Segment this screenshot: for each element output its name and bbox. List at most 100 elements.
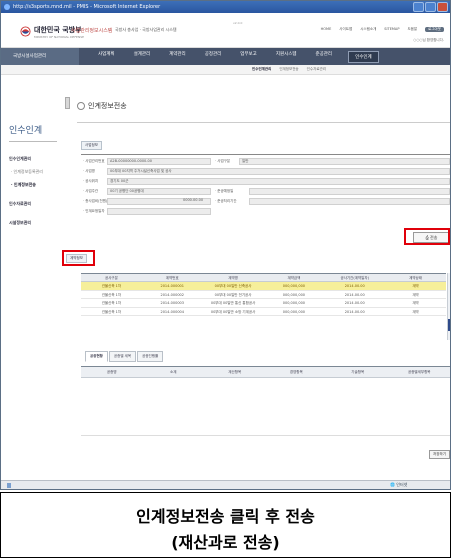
column-header[interactable]: 공사구분	[81, 274, 142, 281]
welcome-message: ○○○님 환영합니다.	[413, 38, 444, 42]
util-link[interactable]: 사이트맵	[339, 27, 352, 32]
nav-item[interactable]: 설계관리	[134, 51, 151, 63]
nav-item[interactable]: 공정관리	[205, 51, 222, 63]
field-label: · 총사업비(천원)	[83, 199, 108, 203]
util-link[interactable]: 시스템소개	[360, 27, 376, 32]
column-header[interactable]: 공종명	[81, 367, 143, 377]
table-cell: 2014.00.00	[344, 284, 365, 288]
caption-line1: 인계정보전송 클릭 후 전송	[136, 507, 315, 526]
detail-grid-header: 공종명 소계 계산항목 경영항목 기술항목 공종별세부항목	[81, 366, 450, 378]
field-label: · 사업명	[83, 169, 95, 173]
column-header[interactable]: 계산항목	[204, 367, 266, 377]
minimize-icon[interactable]	[413, 2, 424, 12]
logo-subtitle: MINISTRY OF NATIONAL DEFENSE	[34, 35, 84, 39]
column-header[interactable]: 공종별세부항목	[389, 367, 451, 377]
system-description: 국방사 총사업 · 국방사업관리 시스템	[115, 27, 177, 32]
nav-brand[interactable]: 국방시설사업관리	[1, 48, 79, 65]
tab-item[interactable]: 공종현황	[85, 351, 108, 362]
caption-box: 인계정보전송 클릭 후 전송 (재산과로 전송)	[0, 492, 451, 558]
nav-item[interactable]: 업무보고	[240, 51, 257, 63]
subnav-item[interactable]: 인계정보전송	[279, 67, 298, 72]
column-header[interactable]: 소계	[143, 367, 205, 377]
column-header[interactable]: 계약번호	[142, 274, 203, 281]
field-label: · 사업구분	[215, 159, 231, 163]
left-menu-group[interactable]: 인수자료관리	[9, 201, 43, 207]
field-label: · 사업관리번호	[83, 159, 105, 163]
status-bar: 🌐 인터넷	[1, 480, 450, 489]
project-name-field[interactable]: 00부대 00지역 주거시설신축사업 및 공사	[107, 168, 450, 175]
completion-date-field[interactable]	[249, 188, 450, 195]
left-menu-group[interactable]: 시설정보관리	[9, 220, 43, 226]
subnav-item[interactable]: 인수인계관리	[252, 67, 271, 72]
organizer-field[interactable]: 00기 공병단 00공병대	[107, 188, 211, 195]
nav-item[interactable]: 사업계획	[98, 51, 115, 63]
browser-title-bar: http://s3sports.mnd.mil - PMIS - Microso…	[1, 1, 450, 13]
table-cell: 00부대 00일반 통신 통합공사	[210, 301, 256, 305]
left-menu-group[interactable]: 인수인계관리	[9, 156, 43, 162]
table-cell: 00부대 00일반 전기공사	[214, 292, 252, 297]
nav-item[interactable]: 준공관리	[316, 51, 333, 63]
table-cell: 2014-000003	[160, 301, 184, 305]
field-label: · 인계요청일자	[83, 209, 105, 213]
request-date-field[interactable]	[107, 208, 211, 215]
table-row[interactable]: 건물신축 1차 2014-000004 00부대 00일반 소방 기계공사 00…	[81, 308, 446, 316]
column-header[interactable]: 계약금액	[263, 274, 324, 281]
left-menu-item-active[interactable]: · 인계정보전송	[9, 182, 43, 188]
form-row: · 총사업비(천원) 0000.00.00 · 준공처리기간	[81, 198, 450, 206]
table-row[interactable]: 건물신축 1차 2014-000002 00부대 00일반 전기공사 000,0…	[81, 291, 446, 299]
security-zone: 🌐 인터넷	[390, 482, 408, 487]
main-content: 인계정보전송 사업정보 · 사업관리번호 A2B-00000000-0000-0…	[62, 75, 450, 480]
util-link[interactable]: HOME	[321, 27, 332, 32]
util-link[interactable]: SITEMAP	[384, 27, 399, 32]
table-row[interactable]: 건물신축 1차 2014-000003 00부대 00일반 통신 통합공사 00…	[81, 299, 446, 308]
column-header[interactable]: 경영항목	[266, 367, 328, 377]
util-link[interactable]: 도움말	[407, 27, 417, 32]
page-header: 인계정보전송	[77, 101, 127, 111]
table-cell: 000,000,000	[282, 309, 306, 314]
table-cell: 2014.00.00	[344, 309, 365, 314]
field-label: · 사업주관	[83, 189, 99, 193]
nav-item[interactable]: 지원시스템	[276, 51, 297, 63]
save-button[interactable]: 저장하기	[429, 450, 450, 459]
subnav-item[interactable]: 인수자료관리	[307, 67, 326, 72]
browser-title: http://s3sports.mnd.mil - PMIS - Microso…	[13, 4, 161, 10]
caption-line2: (재산과로 전송)	[171, 533, 280, 552]
security-zone-label: 인터넷	[396, 482, 408, 487]
table-cell: 계약	[412, 309, 419, 314]
tab-item[interactable]: 공종진행률	[137, 351, 164, 362]
logout-button[interactable]: 로그아웃	[425, 27, 444, 32]
column-header[interactable]: 계약명	[203, 274, 264, 281]
table-cell: 000,000,000	[282, 284, 306, 288]
nav-item[interactable]: 계약관리	[169, 51, 186, 63]
table-row[interactable]: 건물신축 1차 2014-000001 00부대 00일반 신축공사 000,0…	[81, 282, 446, 291]
table-cell: 계약	[412, 284, 419, 288]
utility-nav: HOME 사이트맵 시스템소개 SITEMAP 도움말 로그아웃	[321, 27, 444, 32]
column-header[interactable]: 계약상태	[385, 274, 446, 281]
system-name[interactable]: 사업관리정보시스템	[71, 27, 112, 34]
column-header[interactable]: 공사기간(계약일자)	[324, 274, 385, 281]
form-row: · 인계요청일자	[81, 208, 450, 216]
form-row: · 사업주관 00기 공병단 00공병대 · 준공예정일	[81, 188, 450, 196]
location-field[interactable]: 경기도 00군	[107, 178, 450, 185]
tab-item[interactable]: 공종별 세목	[108, 351, 137, 362]
section-chip[interactable]: 사업정보	[81, 141, 102, 150]
column-header[interactable]: 기술항목	[327, 367, 389, 377]
completion-period-field[interactable]	[249, 198, 450, 205]
ie-icon	[4, 4, 10, 10]
divider	[9, 141, 57, 142]
project-type-field[interactable]: 일반	[239, 158, 450, 165]
window-controls	[413, 2, 448, 12]
table-cell: 계약	[412, 301, 419, 305]
field-label: · 준공처리기간	[215, 199, 237, 203]
left-menu-item[interactable]: · 인계정보등록관리	[9, 169, 43, 175]
panel-collapse-handle[interactable]	[65, 97, 70, 109]
table-cell: 건물신축 1차	[101, 292, 122, 297]
grid-scrollbar[interactable]	[447, 273, 450, 340]
table-cell: 계약	[412, 292, 419, 297]
nav-item-active[interactable]: 인수인계	[348, 50, 379, 63]
project-number-field[interactable]: A2B-00000000-0000-00	[107, 158, 211, 165]
close-icon[interactable]	[437, 2, 448, 12]
form-row: · 공사위치 경기도 00군	[81, 178, 450, 186]
page-title: 인계정보전송	[88, 102, 127, 110]
maximize-icon[interactable]	[425, 2, 436, 12]
